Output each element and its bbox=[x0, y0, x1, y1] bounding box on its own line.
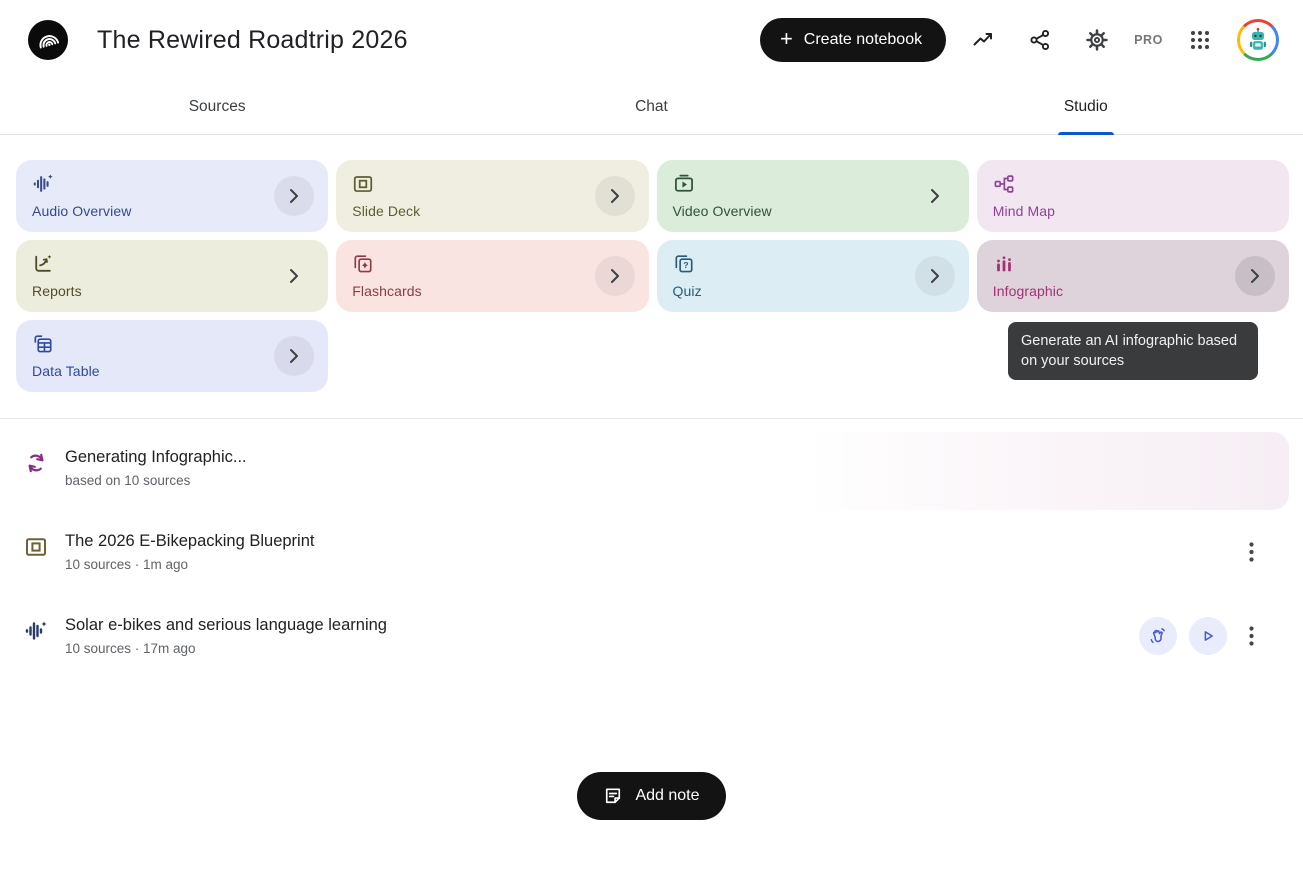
tool-label: Reports bbox=[32, 283, 312, 299]
list-item-slide-deck[interactable]: The 2026 E-Bikepacking Blueprint 10 sour… bbox=[0, 516, 1303, 588]
apps-grid-icon[interactable] bbox=[1180, 20, 1220, 60]
list-item-audio-overview[interactable]: Solar e-bikes and serious language learn… bbox=[0, 600, 1303, 672]
slide-frame-icon bbox=[24, 535, 48, 559]
waveform-sparkle-icon bbox=[24, 619, 48, 643]
tool-label: Data Table bbox=[32, 363, 312, 379]
cards-question-icon: ? bbox=[673, 253, 695, 275]
header-actions: + Create notebook PRO bbox=[760, 18, 1279, 62]
tool-label: Infographic bbox=[993, 283, 1273, 299]
add-note-button[interactable]: Add note bbox=[577, 772, 725, 820]
more-options-icon[interactable] bbox=[1237, 622, 1265, 650]
chevron-right-icon[interactable] bbox=[915, 176, 955, 216]
tool-card-video-overview[interactable]: Video Overview bbox=[657, 160, 969, 232]
infographic-tooltip: Generate an AI infographic based on your… bbox=[1008, 322, 1258, 380]
create-notebook-button[interactable]: + Create notebook bbox=[760, 18, 946, 62]
item-subtitle: 10 sources · 1m ago bbox=[65, 557, 314, 572]
tool-card-flashcards[interactable]: Flashcards bbox=[336, 240, 648, 312]
chevron-right-icon[interactable] bbox=[1235, 256, 1275, 296]
item-title: Solar e-bikes and serious language learn… bbox=[65, 616, 387, 635]
svg-text:?: ? bbox=[683, 260, 688, 270]
mind-map-graph-icon bbox=[993, 173, 1015, 195]
audio-actions bbox=[1139, 617, 1227, 655]
interactive-mode-icon[interactable] bbox=[1139, 617, 1177, 655]
add-note-label: Add note bbox=[635, 787, 699, 805]
chevron-right-icon[interactable] bbox=[595, 256, 635, 296]
robot-avatar-icon bbox=[1245, 27, 1271, 53]
tool-card-reports[interactable]: Reports bbox=[16, 240, 328, 312]
item-subtitle: based on 10 sources bbox=[65, 473, 247, 488]
item-subtitle: 10 sources · 17m ago bbox=[65, 641, 387, 656]
plus-icon: + bbox=[780, 28, 793, 50]
chevron-right-icon[interactable] bbox=[274, 176, 314, 216]
loading-shimmer bbox=[805, 432, 1289, 510]
studio-output-list: Generating Infographic... based on 10 so… bbox=[0, 419, 1303, 672]
sync-progress-icon bbox=[24, 451, 48, 475]
tool-label: Audio Overview bbox=[32, 203, 312, 219]
bar-chart-icon bbox=[993, 253, 1015, 275]
tool-card-mind-map[interactable]: Mind Map bbox=[977, 160, 1289, 232]
chevron-right-icon[interactable] bbox=[274, 336, 314, 376]
tab-studio[interactable]: Studio bbox=[869, 80, 1303, 134]
tool-label: Slide Deck bbox=[352, 203, 632, 219]
data-table-icon bbox=[32, 333, 54, 355]
note-icon bbox=[603, 786, 623, 806]
create-notebook-label: Create notebook bbox=[804, 31, 922, 49]
tool-card-quiz[interactable]: ? Quiz bbox=[657, 240, 969, 312]
notebooklm-logo[interactable] bbox=[28, 20, 68, 60]
video-overview-icon bbox=[673, 173, 695, 195]
tool-label: Mind Map bbox=[993, 203, 1273, 219]
tool-label: Flashcards bbox=[352, 283, 632, 299]
main-tabs: Sources Chat Studio bbox=[0, 80, 1303, 135]
share-icon[interactable] bbox=[1020, 20, 1060, 60]
report-sparkle-icon bbox=[32, 253, 54, 275]
cards-star-icon bbox=[352, 253, 374, 275]
tab-sources[interactable]: Sources bbox=[0, 80, 434, 134]
pro-badge: PRO bbox=[1134, 33, 1163, 47]
logo-arcs-icon bbox=[33, 25, 63, 55]
tool-label: Video Overview bbox=[673, 203, 953, 219]
app-header: The Rewired Roadtrip 2026 + Create noteb… bbox=[0, 0, 1303, 80]
settings-gear-icon[interactable] bbox=[1077, 20, 1117, 60]
waveform-sparkle-icon bbox=[32, 173, 54, 195]
chevron-right-icon[interactable] bbox=[915, 256, 955, 296]
tool-label: Quiz bbox=[673, 283, 953, 299]
chevron-right-icon[interactable] bbox=[595, 176, 635, 216]
item-title: Generating Infographic... bbox=[65, 448, 247, 467]
chevron-right-icon[interactable] bbox=[274, 256, 314, 296]
page-title[interactable]: The Rewired Roadtrip 2026 bbox=[97, 26, 760, 55]
tool-card-infographic[interactable]: Infographic bbox=[977, 240, 1289, 312]
play-icon[interactable] bbox=[1189, 617, 1227, 655]
tool-card-audio-overview[interactable]: Audio Overview bbox=[16, 160, 328, 232]
avatar[interactable] bbox=[1237, 19, 1279, 61]
item-title: The 2026 E-Bikepacking Blueprint bbox=[65, 532, 314, 551]
tool-card-slide-deck[interactable]: Slide Deck bbox=[336, 160, 648, 232]
list-item-generating-infographic[interactable]: Generating Infographic... based on 10 so… bbox=[0, 432, 1303, 504]
slide-frame-icon bbox=[352, 173, 374, 195]
tab-chat[interactable]: Chat bbox=[434, 80, 868, 134]
trending-up-icon[interactable] bbox=[963, 20, 1003, 60]
more-options-icon[interactable] bbox=[1237, 538, 1265, 566]
tool-card-data-table[interactable]: Data Table bbox=[16, 320, 328, 392]
